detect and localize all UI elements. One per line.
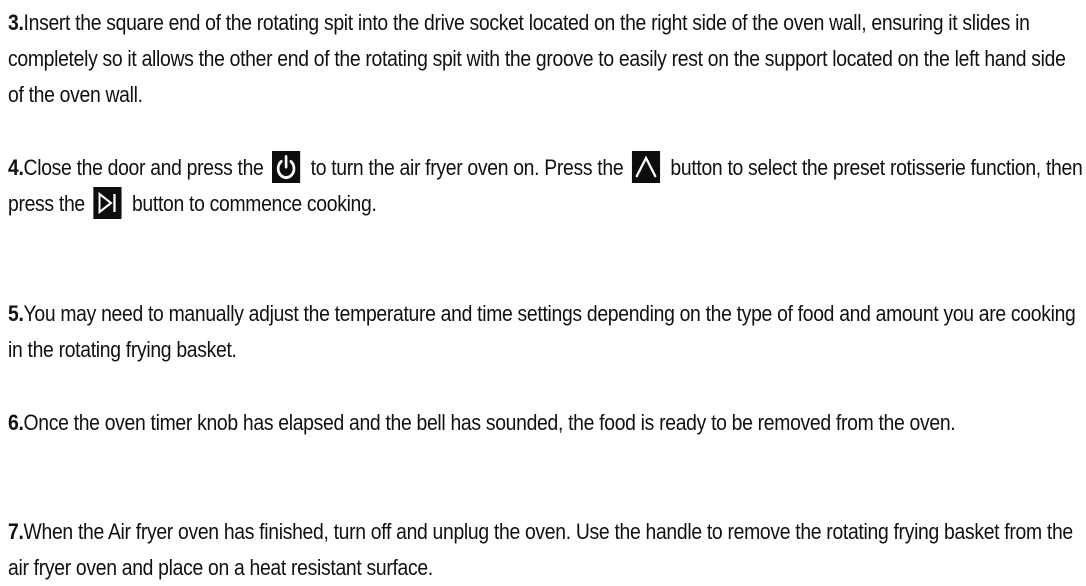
instruction-step-3: 3.Insert the square end of the rotating … — [8, 5, 1083, 113]
instruction-step-6: 6.Once the oven timer knob has elapsed a… — [8, 405, 1083, 441]
instruction-step-5: 5.You may need to manually adjust the te… — [8, 296, 1083, 368]
step-number: 5. — [8, 301, 24, 326]
step-text-part: to turn the air fryer oven on. Press the — [305, 155, 629, 180]
step-text: You may need to manually adjust the temp… — [8, 301, 1076, 362]
step-number: 6. — [8, 410, 24, 435]
instruction-step-4: 4.Close the door and press the to turn t… — [8, 150, 1083, 222]
step-text-part: Close the door and press the — [23, 155, 269, 180]
instruction-step-7: 7.When the Air fryer oven has finished, … — [8, 514, 1083, 586]
step-text: Once the oven timer knob has elapsed and… — [23, 410, 956, 435]
step-number: 3. — [8, 10, 24, 35]
step-text: Insert the square end of the rotating sp… — [8, 10, 1066, 107]
power-icon — [272, 151, 301, 183]
step-text: When the Air fryer oven has finished, tu… — [8, 519, 1073, 580]
step-text-part: button to commence cooking. — [126, 191, 377, 216]
step-number: 7. — [8, 519, 24, 544]
triangle-up-icon — [631, 151, 661, 183]
step-number: 4. — [8, 155, 24, 180]
play-pause-icon — [93, 187, 122, 219]
